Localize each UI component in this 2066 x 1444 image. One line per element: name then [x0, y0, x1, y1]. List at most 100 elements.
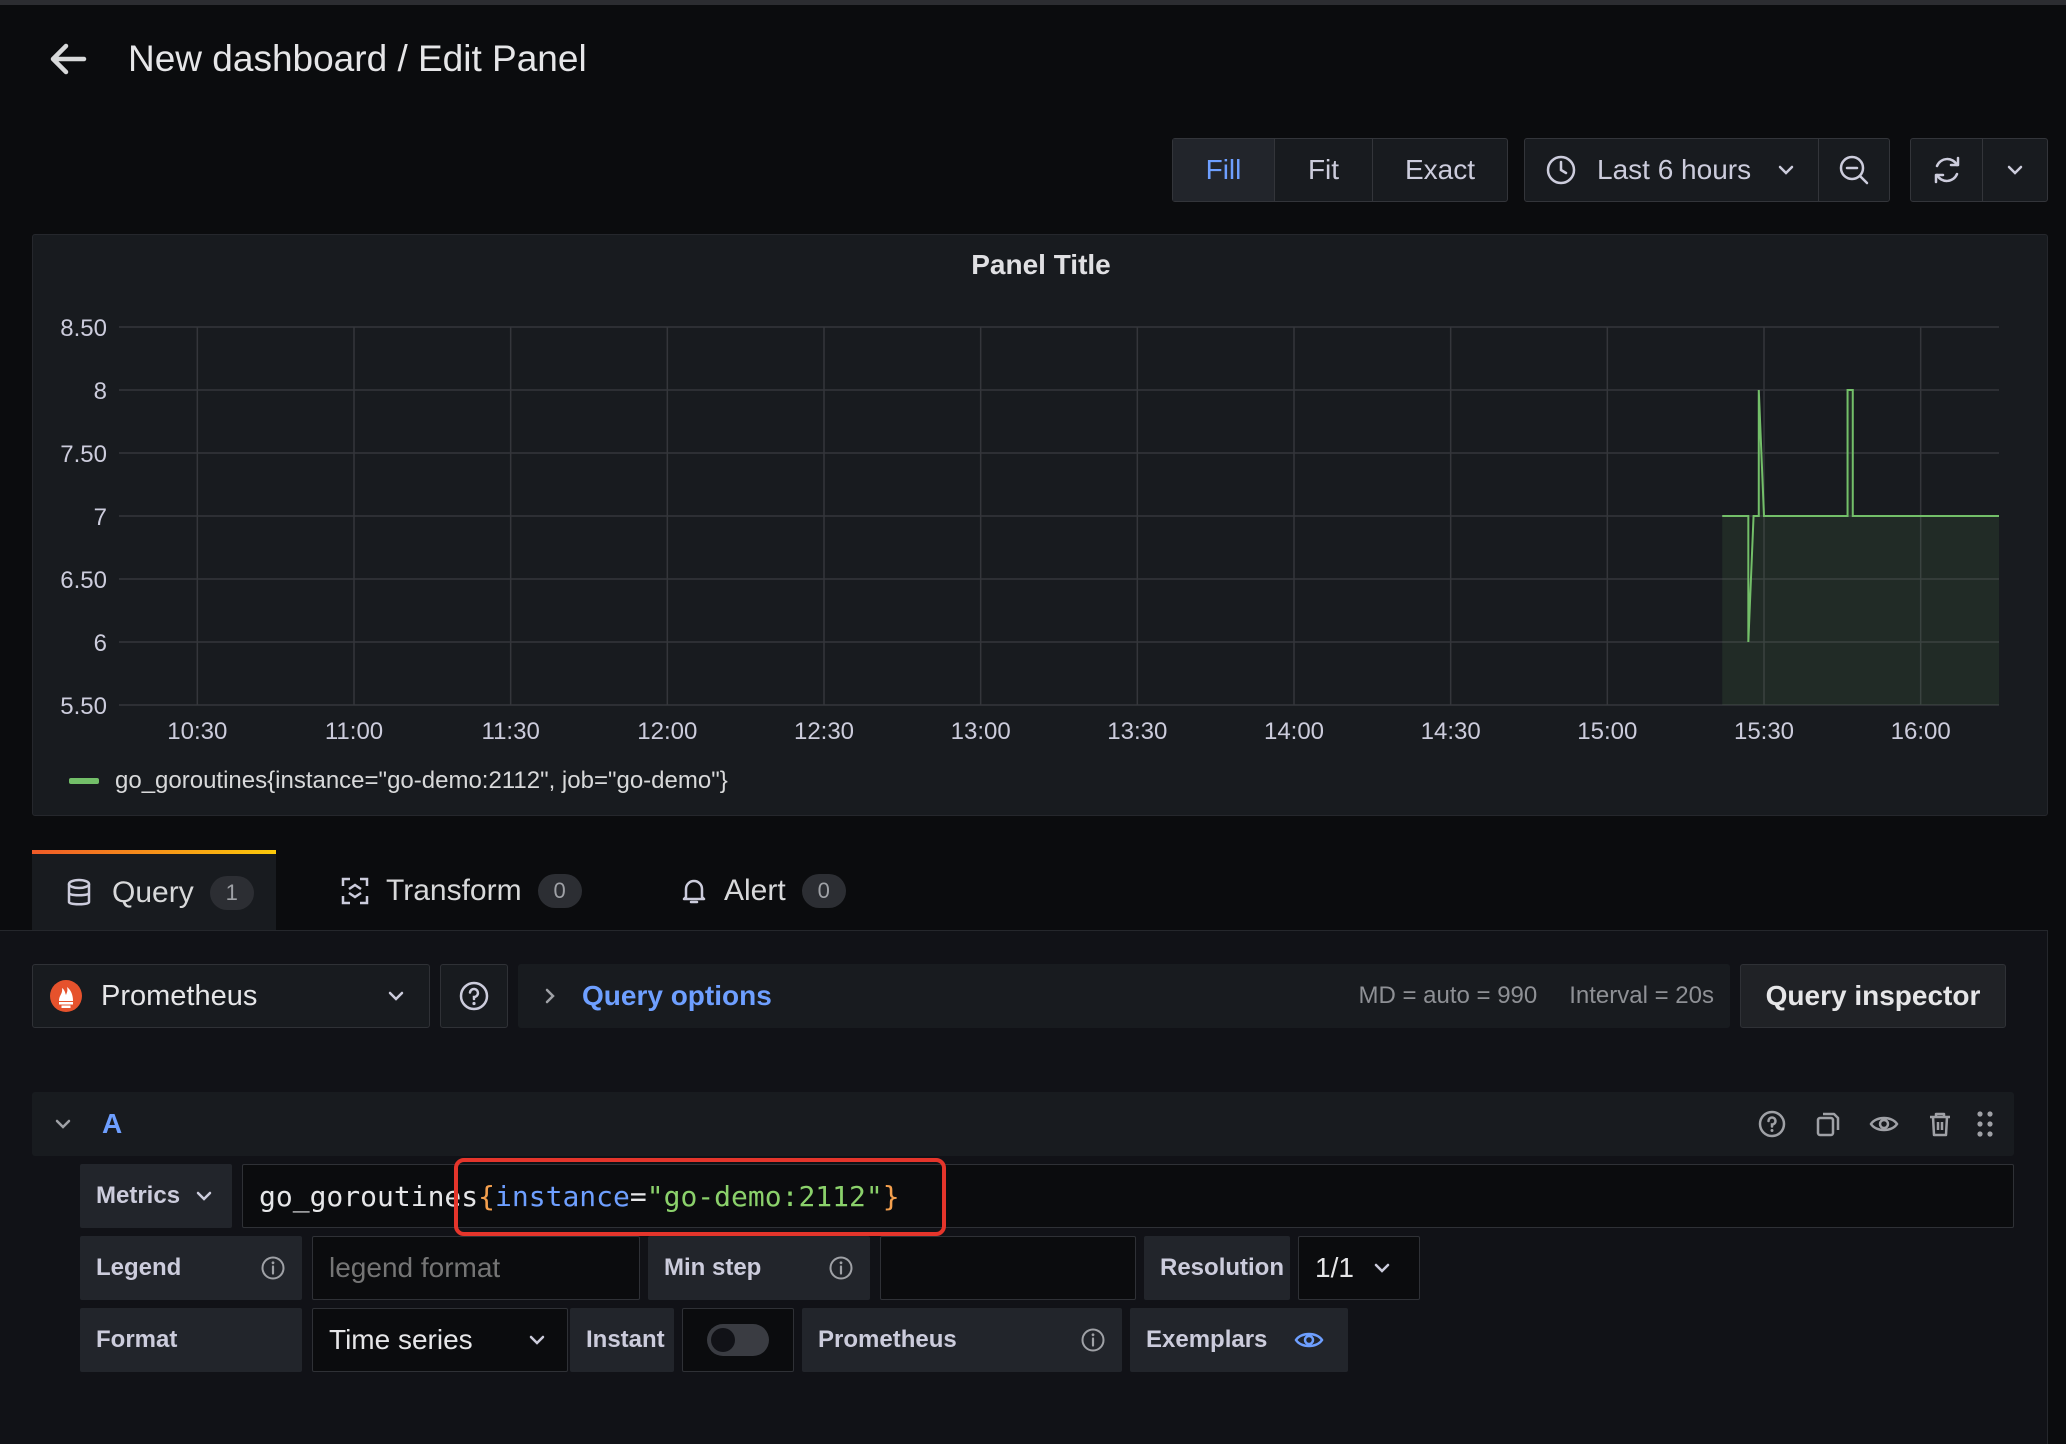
exemplars-toggle[interactable]: Exemplars — [1130, 1308, 1348, 1372]
datasource-name: Prometheus — [101, 979, 258, 1012]
transform-icon — [341, 877, 369, 905]
min-step-label: Min step — [664, 1254, 762, 1281]
x-tick-label: 12:00 — [637, 718, 697, 745]
max-data-points-info: MD = auto = 990 — [1358, 982, 1538, 1009]
info-icon — [261, 1256, 285, 1280]
tab-transform[interactable]: Transform 0 — [340, 850, 582, 932]
fit-button[interactable]: Fit — [1275, 139, 1373, 201]
chevron-down-icon — [1374, 1263, 1390, 1273]
y-tick-label: 6.50 — [60, 567, 107, 594]
resolution-select[interactable]: 1/1 — [1298, 1236, 1420, 1300]
tab-transform-count: 0 — [537, 874, 582, 908]
x-tick-label: 10:30 — [167, 718, 227, 745]
chevron-down-icon — [2007, 165, 2023, 175]
fill-button[interactable]: Fill — [1173, 139, 1275, 201]
chevron-down-icon — [1778, 165, 1794, 175]
drag-handle-icon[interactable] — [1974, 1108, 1996, 1140]
chevron-down-icon — [388, 991, 404, 1001]
x-tick-label: 11:00 — [325, 718, 383, 745]
legend-label: go_goroutines{instance="go-demo:2112", j… — [115, 767, 728, 794]
query-inspector-button[interactable]: Query inspector — [1740, 964, 2006, 1028]
query-row-header: A — [32, 1092, 2014, 1156]
legend-label: Legend — [96, 1254, 182, 1281]
refresh-interval-dropdown[interactable] — [1983, 139, 2047, 201]
y-tick-label: 5.50 — [60, 693, 107, 720]
datasource-help-button[interactable] — [440, 964, 508, 1028]
format-select[interactable]: Time series — [312, 1308, 568, 1372]
time-picker-group: Last 6 hours — [1524, 138, 1890, 202]
datasource-picker[interactable]: Prometheus — [32, 964, 430, 1028]
prometheus-label: Prometheus — [818, 1326, 957, 1353]
legend-item[interactable]: go_goroutines{instance="go-demo:2112", j… — [69, 767, 728, 795]
highlight-annotation — [454, 1158, 946, 1236]
legend-swatch — [69, 778, 99, 784]
zoom-out-button[interactable] — [1819, 139, 1889, 201]
min-step-input[interactable] — [880, 1236, 1136, 1300]
prometheus-logo-icon — [50, 980, 82, 1012]
tab-alert-label: Alert — [724, 874, 786, 907]
y-tick-label: 7.50 — [60, 441, 107, 468]
time-series-chart: 8.50 8 7.50 7 6.50 6 5.50 10:30 11:00 11:30 12:00 1… — [60, 315, 1999, 745]
x-tick-label: 14:00 — [1264, 718, 1324, 745]
bell-icon — [682, 879, 706, 904]
time-range-picker[interactable]: Last 6 hours — [1525, 139, 1819, 201]
instant-toggle[interactable] — [707, 1324, 769, 1356]
expr-metric: go_goroutines — [259, 1179, 479, 1213]
eye-icon — [1294, 1332, 1324, 1348]
eye-icon[interactable] — [1868, 1108, 1900, 1140]
resolution-value: 1/1 — [1315, 1252, 1354, 1283]
refresh-group — [1910, 138, 2048, 202]
y-tick-label: 8 — [94, 378, 107, 405]
format-value: Time series — [329, 1324, 473, 1355]
time-range-label: Last 6 hours — [1597, 154, 1752, 185]
trash-icon[interactable] — [1924, 1108, 1956, 1140]
editor-tabs: Query 1 Transform 0 Alert 0 — [0, 850, 2066, 932]
metrics-browser-button[interactable]: Metrics — [80, 1164, 232, 1228]
legend-field-label: Legend — [80, 1236, 302, 1300]
chevron-down-icon — [196, 1191, 212, 1201]
interval-info: Interval = 20s — [1569, 982, 1714, 1009]
x-tick-label: 13:00 — [951, 718, 1011, 745]
duplicate-icon[interactable] — [1812, 1108, 1844, 1140]
chevron-down-icon — [529, 1335, 545, 1345]
resolution-label: Resolution — [1144, 1236, 1290, 1300]
info-icon — [829, 1256, 853, 1280]
instant-label: Instant — [570, 1308, 674, 1372]
clock-icon — [1546, 155, 1576, 185]
query-options-bar[interactable]: Query options MD = auto = 990 Interval =… — [518, 964, 1730, 1028]
instant-toggle-field — [682, 1308, 794, 1372]
format-label: Format — [80, 1308, 302, 1372]
query-options-label: Query options — [582, 980, 772, 1011]
page-title: New dashboard / Edit Panel — [128, 38, 587, 79]
prometheus-type-label: Prometheus — [802, 1308, 1122, 1372]
legend-format-input[interactable] — [312, 1236, 640, 1300]
y-tick-label: 7 — [94, 504, 107, 531]
x-tick-label: 11:30 — [482, 718, 540, 745]
tab-query[interactable]: Query 1 — [32, 850, 276, 932]
tab-transform-label: Transform — [386, 874, 522, 907]
tab-alert[interactable]: Alert 0 — [680, 850, 846, 932]
help-icon[interactable] — [1756, 1108, 1788, 1140]
database-icon — [67, 878, 91, 906]
chevron-right-icon — [545, 988, 555, 1004]
y-tick-label: 8.50 — [60, 315, 107, 342]
x-tick-label: 12:30 — [794, 718, 854, 745]
tab-query-label: Query — [112, 876, 194, 909]
collapse-chevron-icon[interactable] — [52, 1113, 74, 1135]
panel-preview: Panel Title 8.50 8 7.50 7 6.50 6 5.50 10:30 11:0… — [32, 234, 2048, 816]
x-tick-label: 15:00 — [1577, 718, 1637, 745]
info-icon — [1081, 1328, 1105, 1352]
x-tick-label: 15:30 — [1734, 718, 1794, 745]
tab-alert-count: 0 — [801, 874, 846, 908]
refresh-button[interactable] — [1911, 139, 1983, 201]
tab-query-count: 1 — [209, 876, 254, 910]
exact-button[interactable]: Exact — [1373, 139, 1507, 201]
y-tick-label: 6 — [94, 630, 107, 657]
exemplars-label: Exemplars — [1146, 1326, 1268, 1353]
query-ref-id[interactable]: A — [102, 1108, 1756, 1140]
x-tick-label: 13:30 — [1107, 718, 1167, 745]
x-tick-label: 14:30 — [1421, 718, 1481, 745]
back-arrow-icon[interactable] — [44, 34, 94, 84]
refresh-icon — [1934, 156, 1959, 184]
metrics-label: Metrics — [96, 1182, 181, 1209]
